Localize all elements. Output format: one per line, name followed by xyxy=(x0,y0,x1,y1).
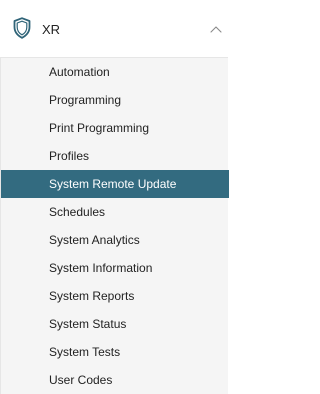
menu-item-system-information[interactable]: System Information xyxy=(1,254,229,282)
menu-item-label: System Information xyxy=(49,261,153,275)
shield-icon xyxy=(13,17,31,39)
menu-item-programming[interactable]: Programming xyxy=(1,86,229,114)
menu-item-system-remote-update[interactable]: System Remote Update xyxy=(1,170,229,198)
menu-item-system-status[interactable]: System Status xyxy=(1,310,229,338)
menu-item-label: System Status xyxy=(49,317,127,331)
menu-item-label: Profiles xyxy=(49,149,90,163)
menu-item-automation[interactable]: Automation xyxy=(1,58,229,86)
menu-item-system-analytics[interactable]: System Analytics xyxy=(1,226,229,254)
menu-item-print-programming[interactable]: Print Programming xyxy=(1,114,229,142)
menu-item-user-codes[interactable]: User Codes xyxy=(1,366,229,394)
menu-item-system-tests[interactable]: System Tests xyxy=(1,338,229,366)
menu-item-system-reports[interactable]: System Reports xyxy=(1,282,229,310)
menu-item-profiles[interactable]: Profiles xyxy=(1,142,229,170)
menu-item-label: System Remote Update xyxy=(49,177,177,191)
menu-item-label: Schedules xyxy=(49,205,106,219)
section-title: XR xyxy=(42,22,61,37)
menu-item-label: System Tests xyxy=(49,345,121,359)
menu-item-schedules[interactable]: Schedules xyxy=(1,198,229,226)
menu-item-label: Automation xyxy=(49,65,110,79)
navigation-panel: XR Automation Programming Print Programm… xyxy=(0,0,229,394)
menu-item-label: User Codes xyxy=(49,373,113,387)
menu-item-label: Programming xyxy=(49,93,122,107)
menu-item-label: System Reports xyxy=(49,289,135,303)
chevron-up-icon[interactable] xyxy=(210,25,222,33)
xr-section-header[interactable]: XR xyxy=(0,0,228,58)
menu-item-label: System Analytics xyxy=(49,233,140,247)
submenu-list: Automation Programming Print Programming… xyxy=(0,58,229,394)
menu-item-label: Print Programming xyxy=(49,121,150,135)
